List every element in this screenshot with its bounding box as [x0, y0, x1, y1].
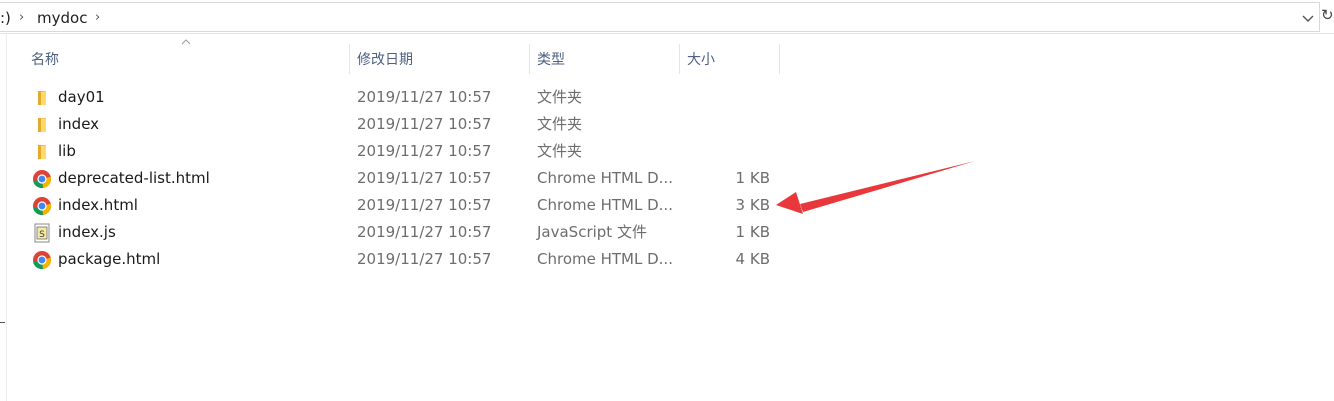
- file-date-modified: 2019/11/27 10:57: [357, 88, 492, 106]
- address-field[interactable]: :) › mydoc ›: [0, 2, 1320, 32]
- file-size: 4 KB: [735, 250, 770, 268]
- js-file-icon: S: [32, 223, 52, 243]
- file-type: Chrome HTML D...: [537, 196, 673, 214]
- file-size: [690, 138, 770, 165]
- column-header-name-label: 名称: [31, 52, 59, 68]
- svg-text:S: S: [39, 230, 45, 240]
- file-row[interactable]: S index.js 2019/11/27 10:57 JavaScript 文…: [0, 219, 780, 246]
- file-type: 文件夹: [537, 142, 583, 160]
- navigation-pane-marker: [0, 322, 5, 323]
- folder-icon: [32, 142, 52, 162]
- file-row[interactable]: package.html 2019/11/27 10:57 Chrome HTM…: [0, 246, 780, 273]
- file-name: index.js: [58, 223, 116, 241]
- column-divider[interactable]: [779, 44, 780, 74]
- column-divider[interactable]: [529, 44, 530, 74]
- column-header-size[interactable]: 大小: [687, 44, 779, 76]
- breadcrumb-separator-icon[interactable]: ›: [19, 3, 24, 33]
- folder-icon: [32, 88, 52, 108]
- file-size: 1 KB: [735, 223, 770, 241]
- file-type: 文件夹: [537, 88, 583, 106]
- file-name: lib: [58, 142, 76, 160]
- file-row[interactable]: index.html 2019/11/27 10:57 Chrome HTML …: [0, 192, 780, 219]
- chrome-icon: [32, 169, 52, 189]
- address-bar: :) › mydoc › ↻: [0, 0, 1334, 34]
- file-date-modified: 2019/11/27 10:57: [357, 169, 492, 187]
- folder-icon: [32, 115, 52, 135]
- column-header-date[interactable]: 修改日期: [357, 44, 529, 76]
- breadcrumb-drive[interactable]: :): [0, 3, 11, 33]
- file-date-modified: 2019/11/27 10:57: [357, 250, 492, 268]
- refresh-icon[interactable]: ↻: [1321, 6, 1334, 24]
- column-divider[interactable]: [679, 44, 680, 74]
- file-row[interactable]: day01 2019/11/27 10:57 文件夹: [0, 84, 780, 111]
- file-type: Chrome HTML D...: [537, 250, 673, 268]
- column-header-name[interactable]: 名称: [31, 44, 349, 76]
- annotation-arrow-head: [776, 192, 803, 214]
- file-date-modified: 2019/11/27 10:57: [357, 223, 492, 241]
- breadcrumb-folder[interactable]: mydoc: [37, 3, 87, 33]
- annotation-arrow-shape: [800, 161, 975, 212]
- file-name: day01: [58, 88, 105, 106]
- chrome-icon: [32, 196, 52, 216]
- file-size: [690, 84, 770, 111]
- column-divider[interactable]: [349, 44, 350, 74]
- file-row[interactable]: lib 2019/11/27 10:57 文件夹: [0, 138, 780, 165]
- file-row[interactable]: index 2019/11/27 10:57 文件夹: [0, 111, 780, 138]
- file-type: 文件夹: [537, 115, 583, 133]
- chrome-icon: [32, 250, 52, 270]
- file-size: 1 KB: [735, 169, 770, 187]
- file-date-modified: 2019/11/27 10:57: [357, 142, 492, 160]
- file-size: [690, 111, 770, 138]
- column-header-size-label: 大小: [687, 52, 715, 68]
- file-name: package.html: [58, 250, 161, 268]
- file-name: index: [58, 115, 100, 133]
- file-size: 3 KB: [735, 196, 770, 214]
- file-type: Chrome HTML D...: [537, 169, 673, 187]
- column-header-type[interactable]: 类型: [537, 44, 679, 76]
- file-type: JavaScript 文件: [537, 223, 647, 241]
- file-name: index.html: [58, 196, 138, 214]
- file-date-modified: 2019/11/27 10:57: [357, 196, 492, 214]
- column-header-date-label: 修改日期: [357, 52, 413, 68]
- file-date-modified: 2019/11/27 10:57: [357, 115, 492, 133]
- chevron-down-icon[interactable]: [1301, 11, 1315, 25]
- column-header-type-label: 类型: [537, 52, 565, 68]
- breadcrumb-separator-icon[interactable]: ›: [95, 3, 100, 33]
- file-name: deprecated-list.html: [58, 169, 210, 187]
- file-row[interactable]: deprecated-list.html 2019/11/27 10:57 Ch…: [0, 165, 780, 192]
